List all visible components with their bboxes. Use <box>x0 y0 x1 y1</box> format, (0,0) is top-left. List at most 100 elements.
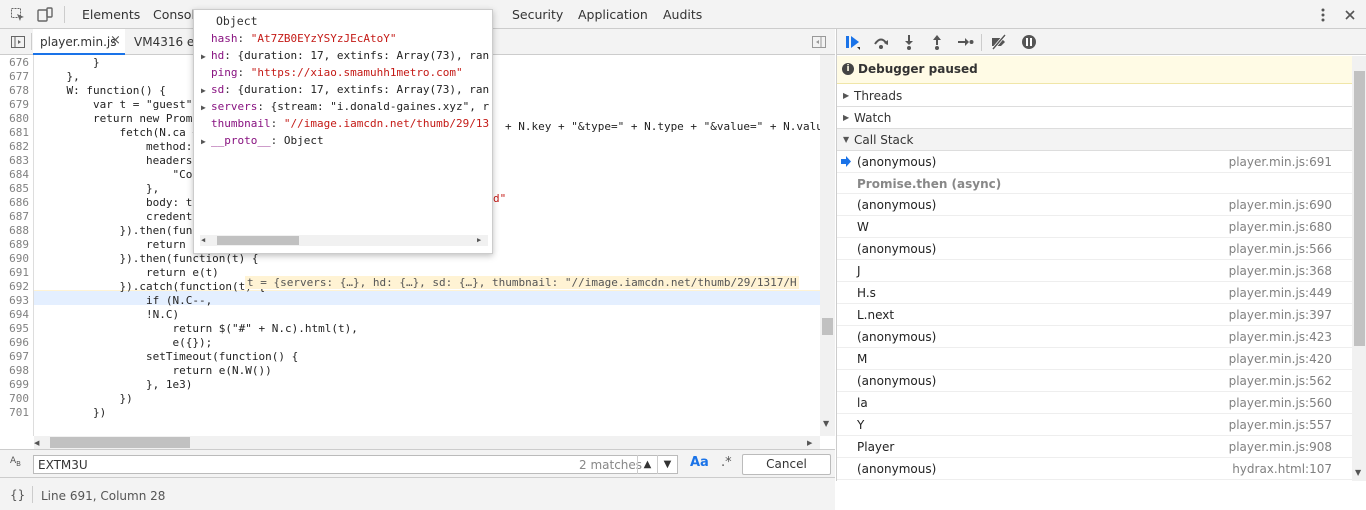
line-number[interactable]: 687 <box>0 210 29 223</box>
frame-location[interactable]: player.min.js:449 <box>1229 286 1332 300</box>
tab-audits[interactable]: Audits <box>663 7 702 22</box>
scrollbar-thumb[interactable] <box>822 318 833 335</box>
scrollbar-thumb[interactable] <box>217 236 299 245</box>
line-gutter[interactable]: 676 677 678 679 680 681 682 683 684 685 686 687 688 6… <box>0 55 34 436</box>
search-cancel-button[interactable]: Cancel <box>742 454 831 475</box>
deactivate-breakpoints-icon[interactable] <box>990 33 1008 51</box>
line-number[interactable]: 683 <box>0 154 29 167</box>
line-number[interactable]: 681 <box>0 126 29 139</box>
line-number[interactable]: 684 <box>0 168 29 181</box>
line-number[interactable]: 693 <box>0 294 29 307</box>
editor-horizontal-scrollbar[interactable]: ◀ ▶ <box>34 436 820 449</box>
frame-location[interactable]: player.min.js:690 <box>1229 198 1332 212</box>
line-number[interactable]: 677 <box>0 70 29 83</box>
frame-location[interactable]: player.min.js:566 <box>1229 242 1332 256</box>
line-number[interactable]: 686 <box>0 196 29 209</box>
scroll-left-arrow-icon[interactable]: ◀ <box>201 236 205 244</box>
scroll-left-arrow-icon[interactable]: ◀ <box>34 439 39 447</box>
line-number[interactable]: 678 <box>0 84 29 97</box>
search-next-icon[interactable]: ▼ <box>657 455 677 474</box>
call-frame[interactable]: (anonymous) hydrax.html:107 <box>837 458 1352 480</box>
call-frame[interactable]: Yplayer.min.js:557 <box>837 414 1352 436</box>
call-stack-section-header[interactable]: ▼ Call Stack <box>837 129 1352 151</box>
frame-location[interactable]: player.min.js:420 <box>1229 352 1332 366</box>
frame-location[interactable]: player.min.js:908 <box>1229 440 1332 454</box>
frame-location[interactable]: player.min.js:397 <box>1229 308 1332 322</box>
pause-on-exceptions-icon[interactable] <box>1020 33 1038 51</box>
toggle-debugger-sidebar-icon[interactable] <box>811 34 827 50</box>
step-icon[interactable] <box>956 33 974 51</box>
object-property[interactable]: sd: {duration: 17, extinfs: Array(73), r… <box>211 83 489 96</box>
file-tab-player-min-js[interactable]: player.min.js × <box>33 29 125 55</box>
tab-elements[interactable]: Elements <box>82 7 140 22</box>
line-number[interactable]: 695 <box>0 322 29 335</box>
frame-location[interactable]: player.min.js:560 <box>1229 396 1332 410</box>
scroll-down-arrow-icon[interactable]: ▼ <box>1355 468 1361 477</box>
frame-location[interactable]: player.min.js:423 <box>1229 330 1332 344</box>
object-property[interactable]: hd: {duration: 17, extinfs: Array(73), r… <box>211 49 489 62</box>
inspect-element-icon[interactable] <box>10 7 26 23</box>
call-frame[interactable]: (anonymous) player.min.js:423 <box>837 326 1352 348</box>
line-number[interactable]: 697 <box>0 350 29 363</box>
call-frame[interactable]: (anonymous) player.min.js:562 <box>837 370 1352 392</box>
line-number[interactable]: 699 <box>0 378 29 391</box>
line-number[interactable]: 691 <box>0 266 29 279</box>
object-property[interactable]: servers: {stream: "i.donald-gaines.xyz",… <box>211 100 489 113</box>
threads-section-header[interactable]: ▶ Threads <box>837 85 1352 107</box>
line-number[interactable]: 685 <box>0 182 29 195</box>
search-input-box[interactable]: EXTM3U 2 matches ▲ ▼ <box>33 455 678 474</box>
line-number[interactable]: 682 <box>0 140 29 153</box>
frame-location[interactable]: player.min.js:368 <box>1229 264 1332 278</box>
expand-triangle-icon[interactable]: ▶ <box>201 52 206 61</box>
call-frame[interactable]: L.next player.min.js:397 <box>837 304 1352 326</box>
line-number[interactable]: 680 <box>0 112 29 125</box>
pretty-print-icon[interactable]: {} <box>10 488 25 502</box>
close-devtools-icon[interactable] <box>1342 7 1358 23</box>
frame-location[interactable]: hydrax.html:107 <box>1232 462 1332 476</box>
match-case-button[interactable]: Aa <box>690 455 709 470</box>
object-property[interactable]: __proto__: Object <box>211 134 324 147</box>
line-number[interactable]: 676 <box>0 56 29 69</box>
scroll-right-arrow-icon[interactable]: ▶ <box>477 236 481 244</box>
line-number[interactable]: 688 <box>0 224 29 237</box>
scroll-down-arrow-icon[interactable]: ▼ <box>823 419 829 428</box>
line-number[interactable]: 700 <box>0 392 29 405</box>
line-number[interactable]: 692 <box>0 280 29 293</box>
step-out-icon[interactable] <box>928 33 946 51</box>
editor-vertical-scrollbar[interactable]: ▼ <box>820 55 835 436</box>
line-number[interactable]: 690 <box>0 252 29 265</box>
call-frame[interactable]: (anonymous) player.min.js:690 <box>837 194 1352 216</box>
file-tab-vm4316[interactable]: VM4316 ex <box>134 35 201 49</box>
scrollbar-thumb[interactable] <box>1354 71 1365 346</box>
line-number[interactable]: 696 <box>0 336 29 349</box>
line-number[interactable]: 689 <box>0 238 29 251</box>
frame-location[interactable]: player.min.js:557 <box>1229 418 1332 432</box>
tab-security[interactable]: Security <box>512 7 563 22</box>
line-number[interactable]: 701 <box>0 406 29 419</box>
call-frame[interactable]: Player player.min.js:908 <box>837 436 1352 458</box>
resume-icon[interactable] <box>844 33 862 51</box>
close-tab-icon[interactable]: × <box>110 33 121 48</box>
sidebar-vertical-scrollbar[interactable]: ▼ <box>1352 56 1366 481</box>
call-frame[interactable]: Mplayer.min.js:420 <box>837 348 1352 370</box>
line-number[interactable]: 694 <box>0 308 29 321</box>
call-frame[interactable]: (anonymous) player.min.js:566 <box>837 238 1352 260</box>
more-options-icon[interactable] <box>1315 7 1331 23</box>
step-over-icon[interactable] <box>872 33 890 51</box>
regex-button[interactable]: .* <box>721 455 732 470</box>
expand-triangle-icon[interactable]: ▶ <box>201 86 206 95</box>
call-frame[interactable]: la player.min.js:560 <box>837 392 1352 414</box>
line-number[interactable]: 679 <box>0 98 29 111</box>
line-number[interactable]: 698 <box>0 364 29 377</box>
popover-horizontal-scrollbar[interactable]: ◀ ▶ <box>200 235 488 246</box>
scroll-right-arrow-icon[interactable]: ▶ <box>807 439 812 447</box>
frame-location[interactable]: player.min.js:680 <box>1229 220 1332 234</box>
expand-triangle-icon[interactable]: ▶ <box>201 137 206 146</box>
call-frame[interactable]: H.s player.min.js:449 <box>837 282 1352 304</box>
device-toolbar-icon[interactable] <box>37 7 53 23</box>
search-previous-icon[interactable]: ▲ <box>637 455 657 474</box>
scrollbar-thumb[interactable] <box>50 437 190 448</box>
watch-section-header[interactable]: ▶ Watch <box>837 107 1352 129</box>
step-into-icon[interactable] <box>900 33 918 51</box>
frame-location[interactable]: player.min.js:562 <box>1229 374 1332 388</box>
